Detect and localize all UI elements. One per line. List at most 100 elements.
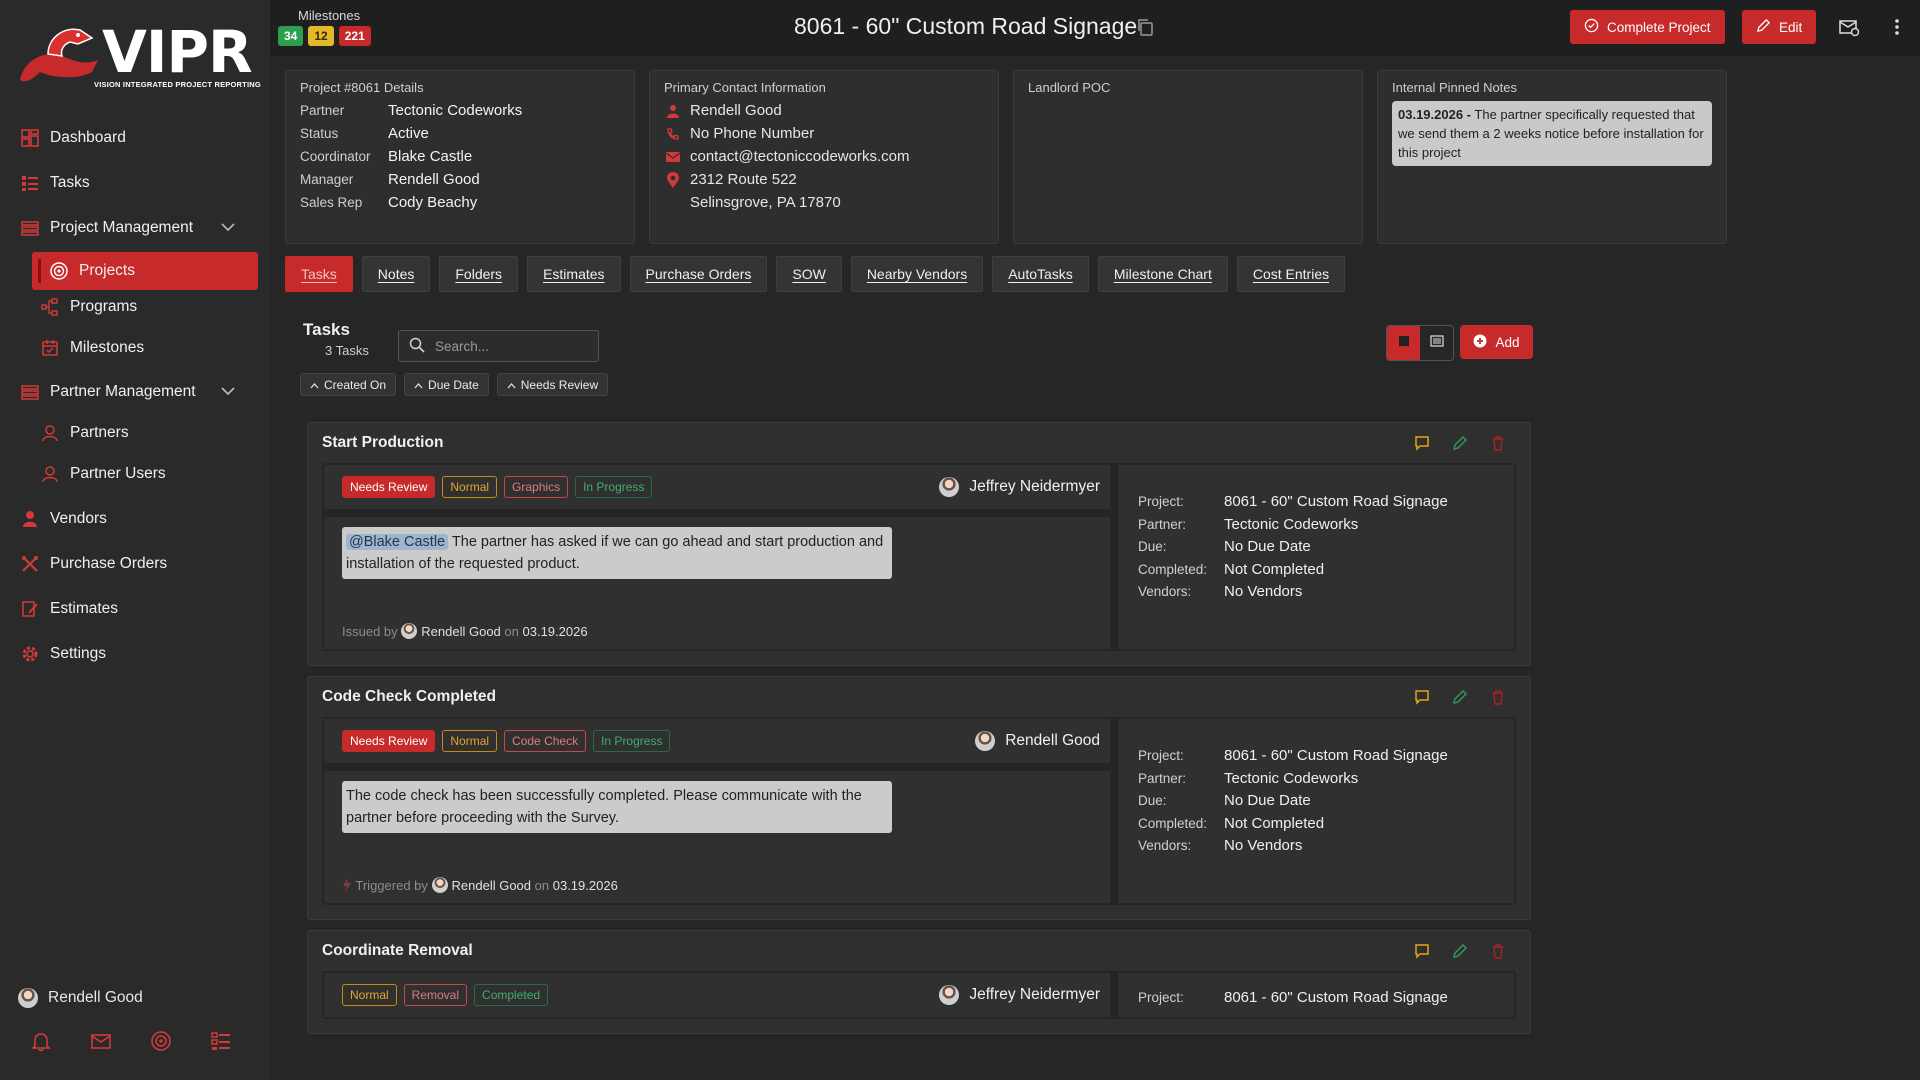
pinned-notes-card: Internal Pinned Notes 03.19.2026 - The p…: [1377, 70, 1727, 244]
envelope-icon: [664, 150, 682, 164]
comment-icon[interactable]: [1414, 689, 1430, 705]
trash-icon[interactable]: [1490, 435, 1506, 451]
sidebar-item-partner-users[interactable]: Partner Users: [40, 457, 166, 491]
progress-badge[interactable]: In Progress: [575, 476, 653, 498]
detail-key: Completed:: [1138, 561, 1208, 577]
task-title[interactable]: Start Production: [322, 434, 443, 452]
sidebar-item-partners[interactable]: Partners: [40, 416, 129, 450]
mail-icon[interactable]: [90, 1030, 112, 1052]
priority-badge[interactable]: Normal: [442, 476, 498, 498]
milestone-badge-yellow[interactable]: 12: [308, 26, 334, 46]
add-task-button[interactable]: Add: [1460, 325, 1533, 359]
sidebar-item-purchase-orders[interactable]: Purchase Orders: [20, 547, 167, 581]
sidebar-item-programs[interactable]: Programs: [40, 290, 137, 324]
card-view-button[interactable]: [1387, 326, 1420, 360]
bell-icon[interactable]: [30, 1030, 52, 1052]
tab-folders[interactable]: Folders: [439, 256, 519, 292]
avatar: [401, 623, 418, 639]
task-actions: [1414, 689, 1506, 705]
vipr-logo[interactable]: VIPR VISION INTEGRATED PROJECT REPORTING: [14, 20, 261, 90]
task-title[interactable]: Coordinate Removal: [322, 942, 473, 960]
edit-icon[interactable]: [1452, 943, 1468, 959]
detail-key: Project:: [1138, 990, 1184, 1005]
detail-value: No Vendors: [1224, 837, 1303, 854]
chevron-down-icon[interactable]: [220, 383, 236, 404]
issued-prefix: Issued by: [342, 624, 398, 639]
sidebar-item-dashboard[interactable]: Dashboard: [20, 121, 126, 155]
category-badge[interactable]: Removal: [403, 984, 468, 1006]
sort-created-on[interactable]: Created On: [300, 373, 397, 396]
check-circle-icon: [1584, 18, 1599, 36]
comment-icon[interactable]: [1414, 435, 1430, 451]
search-input[interactable]: [435, 338, 585, 354]
status-badge[interactable]: Needs Review: [342, 730, 436, 752]
sidebar-item-partner-management[interactable]: Partner Management: [20, 375, 256, 409]
edit-icon[interactable]: [1452, 689, 1468, 705]
status-badge[interactable]: Needs Review: [342, 476, 436, 498]
sidebar-item-milestones[interactable]: Milestones: [40, 331, 144, 365]
task-card: Start Production Needs Review Normal Gra…: [307, 422, 1531, 666]
milestone-badge-green[interactable]: 34: [278, 26, 304, 46]
contact-email[interactable]: contact@tectoniccodeworks.com: [690, 145, 910, 168]
chevron-down-icon[interactable]: [220, 219, 236, 240]
tab-cost-entries[interactable]: Cost Entries: [1236, 256, 1346, 292]
contact-email-row[interactable]: contact@tectoniccodeworks.com: [664, 145, 984, 168]
mail-settings-icon[interactable]: [1838, 16, 1860, 38]
tab-purchase-orders[interactable]: Purchase Orders: [629, 256, 768, 292]
tab-tasks[interactable]: Tasks: [285, 256, 353, 292]
tab-estimates[interactable]: Estimates: [527, 256, 621, 292]
sidebar-item-label: Vendors: [50, 510, 107, 527]
pinned-note[interactable]: 03.19.2026 - The partner specifically re…: [1392, 101, 1712, 166]
tab-sow[interactable]: SOW: [776, 256, 842, 292]
sort-due-date[interactable]: Due Date: [404, 373, 489, 396]
chevron-up-icon: [507, 378, 516, 392]
copy-icon[interactable]: [1136, 18, 1154, 36]
trash-icon[interactable]: [1490, 689, 1506, 705]
task-body: Normal Removal Completed Jeffrey Neiderm…: [322, 971, 1516, 1019]
issued-date: 03.19.2026: [552, 878, 618, 893]
tab-autotasks[interactable]: AutoTasks: [992, 256, 1089, 292]
target-icon[interactable]: [150, 1030, 172, 1052]
card-title: Primary Contact Information: [664, 80, 826, 95]
detail-value: Not Completed: [1224, 814, 1325, 832]
sidebar-item-tasks[interactable]: Tasks: [20, 166, 90, 200]
category-badge[interactable]: Code Check: [504, 730, 587, 752]
category-badge[interactable]: Graphics: [504, 476, 569, 498]
current-user[interactable]: Rendell Good: [18, 988, 143, 1008]
mention[interactable]: @Blake Castle: [346, 534, 449, 550]
task-title[interactable]: Code Check Completed: [322, 688, 496, 706]
priority-badge[interactable]: Normal: [342, 984, 397, 1006]
edit-button[interactable]: Edit: [1742, 10, 1817, 44]
target-icon: [49, 261, 69, 281]
contact-phone: No Phone Number: [690, 125, 815, 142]
trash-icon[interactable]: [1490, 943, 1506, 959]
tab-nearby-vendors[interactable]: Nearby Vendors: [850, 256, 984, 292]
task-assignee[interactable]: Jeffrey Neidermyer: [939, 985, 1100, 1005]
sidebar-item-projects[interactable]: Projects: [32, 252, 258, 290]
task-search[interactable]: [398, 330, 599, 362]
priority-badge[interactable]: Normal: [442, 730, 498, 752]
progress-badge[interactable]: Completed: [474, 984, 549, 1006]
comment-icon[interactable]: [1414, 943, 1430, 959]
add-label: Add: [1495, 334, 1520, 350]
tab-notes[interactable]: Notes: [361, 256, 431, 292]
more-options-icon[interactable]: [1886, 16, 1908, 38]
milestone-badge-red[interactable]: 221: [338, 26, 371, 46]
avatar: [431, 877, 448, 893]
issued-by: Rendell Good: [421, 624, 501, 639]
detail-value: 8061 - 60" Custom Road Signage: [1224, 989, 1448, 1006]
progress-badge[interactable]: In Progress: [593, 730, 671, 752]
checklist-icon[interactable]: [210, 1030, 232, 1052]
list-view-button[interactable]: [1420, 326, 1453, 360]
edit-icon[interactable]: [1452, 435, 1468, 451]
sidebar-item-settings[interactable]: Settings: [20, 637, 106, 671]
sort-needs-review[interactable]: Needs Review: [496, 373, 609, 396]
sidebar-item-estimates[interactable]: Estimates: [20, 592, 118, 626]
tab-milestone-chart[interactable]: Milestone Chart: [1097, 256, 1228, 292]
sidebar-item-vendors[interactable]: Vendors: [20, 502, 107, 536]
task-assignee[interactable]: Rendell Good: [975, 731, 1100, 751]
task-assignee[interactable]: Jeffrey Neidermyer: [939, 477, 1100, 497]
complete-project-button[interactable]: Complete Project: [1570, 10, 1725, 44]
sidebar-item-project-management[interactable]: Project Management: [20, 211, 256, 245]
page-title: 8061 - 60" Custom Road Signage: [794, 13, 1138, 39]
